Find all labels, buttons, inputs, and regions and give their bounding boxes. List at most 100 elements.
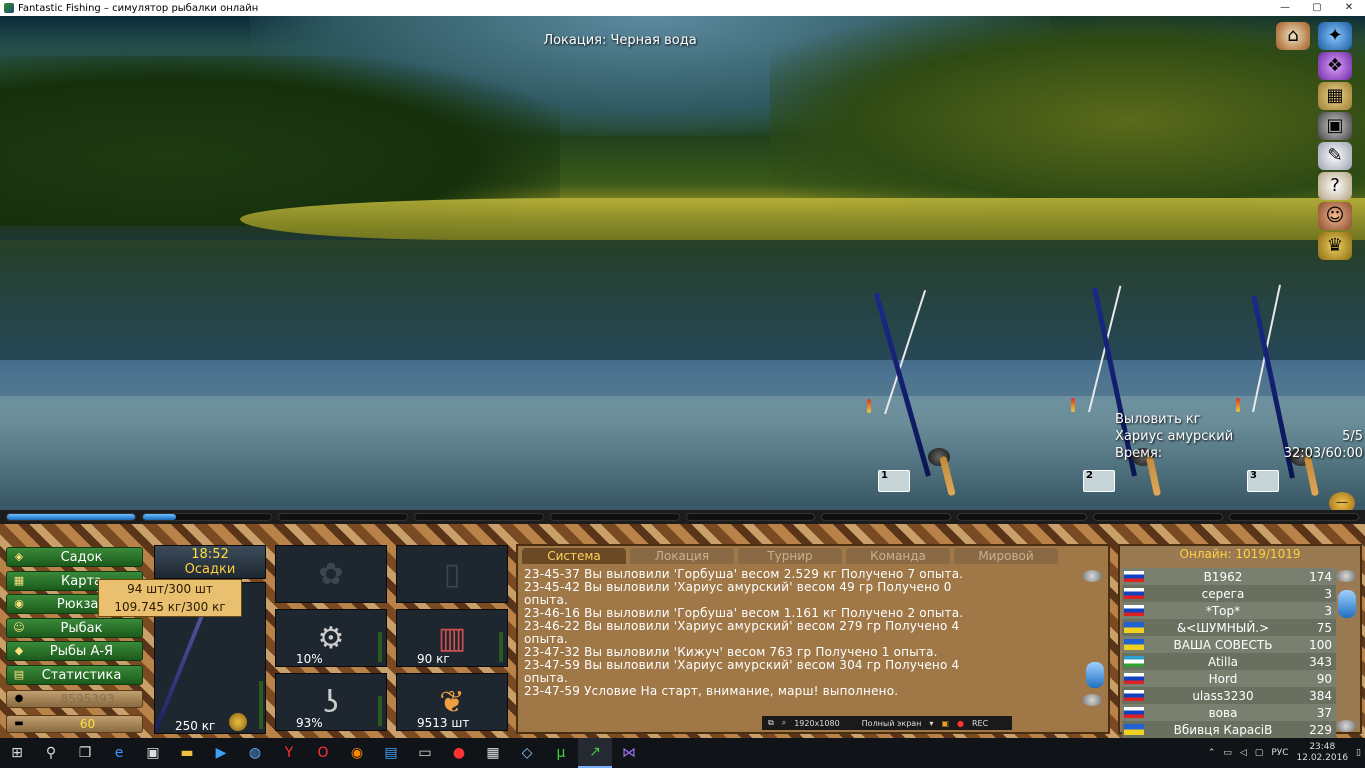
close-button[interactable]: ✕ — [1333, 0, 1365, 16]
tab-tournament[interactable]: Турнир — [738, 548, 842, 564]
task-view-icon[interactable]: ❐ — [68, 738, 102, 768]
player-row[interactable]: ВАША СОВЕСТЬ 100 — [1122, 636, 1336, 653]
progress-bar-9 — [1093, 513, 1224, 521]
money-value: 8595393 — [60, 692, 115, 706]
chat-scroll-down-button[interactable] — [1082, 694, 1102, 706]
gear-icon[interactable] — [229, 713, 247, 731]
float-3 — [1236, 398, 1240, 412]
minimize-button[interactable]: — — [1269, 0, 1301, 16]
rod-number-1: 1 — [881, 470, 888, 481]
visual-studio-icon[interactable]: ⋈ — [612, 738, 646, 768]
chat-tray-icon[interactable]: ▢ — [1255, 748, 1264, 758]
rod-number-badge-2[interactable]: 2 — [1083, 470, 1115, 492]
home-icon[interactable]: ⌂ — [1276, 22, 1310, 50]
map-icon[interactable]: ▦ — [1318, 82, 1352, 110]
tool-icon[interactable]: ◇ — [510, 738, 544, 768]
fish-icon: ◆ — [14, 644, 24, 657]
clock-time: 23:48 — [1309, 742, 1336, 752]
player-row[interactable]: Вбивця КарасіВ 229 — [1122, 721, 1336, 738]
player-row[interactable]: *Тор* 3 — [1122, 602, 1336, 619]
online-header: Онлайн: 1019/1019 — [1179, 547, 1301, 561]
chat-scroll-thumb[interactable] — [1086, 662, 1104, 688]
menu-stats-button[interactable]: ▤ Статистика — [6, 665, 143, 685]
reel-slot[interactable]: ⚙ 10% — [275, 609, 387, 667]
recorder-mode[interactable]: Полный экран — [862, 719, 922, 728]
recorder-resolution[interactable]: 1920x1080 — [794, 719, 839, 728]
trophy-icon[interactable]: ♛ — [1318, 232, 1352, 260]
photo-icon[interactable]: ▤ — [374, 738, 408, 768]
menu-fisherman-button[interactable]: ☺ Рыбак — [6, 618, 143, 638]
fishing-scene[interactable]: Локация: Черная вода 1 2 3 Выловить кг Х… — [0, 16, 1365, 510]
bait-slot[interactable]: ❦ 9513 шт — [396, 673, 508, 731]
gallery-icon[interactable]: ▦ — [476, 738, 510, 768]
gift-icon[interactable]: ❖ — [1318, 52, 1352, 80]
compass-icon[interactable]: ✦ — [1318, 22, 1352, 50]
language-indicator[interactable]: РУС — [1271, 748, 1288, 758]
terminal-icon[interactable]: ▭ — [408, 738, 442, 768]
player-name: серега — [1201, 586, 1245, 601]
chevron-down-icon[interactable]: ▾ — [929, 719, 933, 728]
notes-icon[interactable]: ✎ — [1318, 142, 1352, 170]
fisherman-face-icon[interactable]: ☺ — [1318, 202, 1352, 230]
fishing-app-icon[interactable]: ↗ — [578, 738, 612, 768]
clock[interactable]: 23:48 12.02.2016 — [1297, 742, 1349, 764]
player-name: Atilla — [1207, 654, 1239, 669]
player-name: Вбивця КарасіВ — [1173, 722, 1273, 737]
tab-system[interactable]: Система — [522, 548, 626, 564]
title-bar: Fantastic Fishing – симулятор рыбалки он… — [0, 0, 1365, 16]
tab-world[interactable]: Мировой — [954, 548, 1058, 564]
player-row[interactable]: &<ШУМНЫЙ.> 75 — [1122, 619, 1336, 636]
hook-wear-bar — [378, 696, 382, 726]
online-panel: Онлайн: 1019/1019 B1962 174 серега 3 *Тор*… — [1118, 544, 1362, 738]
search-icon[interactable]: ⚲ — [34, 738, 68, 768]
rod-number-badge-1[interactable]: 1 — [878, 470, 910, 492]
tab-team[interactable]: Команда — [846, 548, 950, 564]
chat-scroll-up-button[interactable] — [1082, 570, 1102, 582]
start-icon[interactable]: ⊞ — [0, 738, 34, 768]
recorder-rec-button[interactable]: REC — [972, 719, 988, 728]
player-row[interactable]: ulass3230 384 — [1122, 687, 1336, 704]
player-row[interactable]: B1962 174 — [1122, 568, 1336, 585]
edge-icon[interactable]: e — [102, 738, 136, 768]
volume-icon[interactable]: ◁ — [1240, 748, 1247, 758]
menu-keepnet-button[interactable]: ◈ Садок — [6, 547, 143, 567]
online-scroll-up-button[interactable] — [1336, 570, 1356, 582]
network-icon[interactable]: ◍ — [238, 738, 272, 768]
accessory-slot[interactable]: ▯ — [396, 545, 508, 603]
progress-bar-10 — [1229, 513, 1360, 521]
flag-ru-icon — [1124, 605, 1144, 616]
yandex-icon[interactable]: Y — [272, 738, 306, 768]
record-icon[interactable]: ● — [442, 738, 476, 768]
help-book-icon[interactable]: ? — [1318, 172, 1352, 200]
opera-icon[interactable]: O — [306, 738, 340, 768]
store-icon[interactable]: ▣ — [136, 738, 170, 768]
camera-icon[interactable]: ▣ — [941, 719, 949, 728]
online-scroll-down-button[interactable] — [1336, 720, 1356, 732]
online-scroll-thumb[interactable] — [1338, 590, 1356, 618]
groundbait-slot[interactable]: ✿ — [275, 545, 387, 603]
line-slot[interactable]: ▥ 90 кг — [396, 609, 508, 667]
network-status-icon[interactable]: ▭ — [1223, 748, 1232, 758]
hook-slot[interactable]: ʖ 93% — [275, 673, 387, 731]
rod-number-badge-3[interactable]: 3 — [1247, 470, 1279, 492]
player-row[interactable]: Atilla 343 — [1122, 653, 1336, 670]
player-row[interactable]: вова 37 — [1122, 704, 1336, 721]
menu-fish-list-button[interactable]: ◆ Рыбы А-Я — [6, 641, 143, 661]
tab-location[interactable]: Локация — [630, 548, 734, 564]
player-row[interactable]: серега 3 — [1122, 585, 1336, 602]
notifications-icon[interactable]: ▯ — [1356, 748, 1361, 758]
media-icon[interactable]: ▶ — [204, 738, 238, 768]
game-time: 18:52 — [191, 547, 229, 562]
window-mode-icon[interactable]: ⧉ — [768, 718, 774, 728]
tray-chevron-icon[interactable]: ⌃ — [1208, 748, 1216, 758]
player-row[interactable]: Hord 90 — [1122, 670, 1336, 687]
chat-line: 23-47-59 Условие На старт, внимание, мар… — [524, 684, 899, 698]
firefox-icon[interactable]: ◉ — [340, 738, 374, 768]
zoom-icon[interactable]: ⌕ — [782, 718, 786, 728]
maximize-button[interactable]: ▢ — [1301, 0, 1333, 16]
box-icon[interactable]: ▣ — [1318, 112, 1352, 140]
player-name: вова — [1208, 705, 1238, 720]
explorer-icon[interactable]: ▬ — [170, 738, 204, 768]
utorrent-icon[interactable]: µ — [544, 738, 578, 768]
collapse-task-button[interactable]: — — [1329, 492, 1355, 510]
